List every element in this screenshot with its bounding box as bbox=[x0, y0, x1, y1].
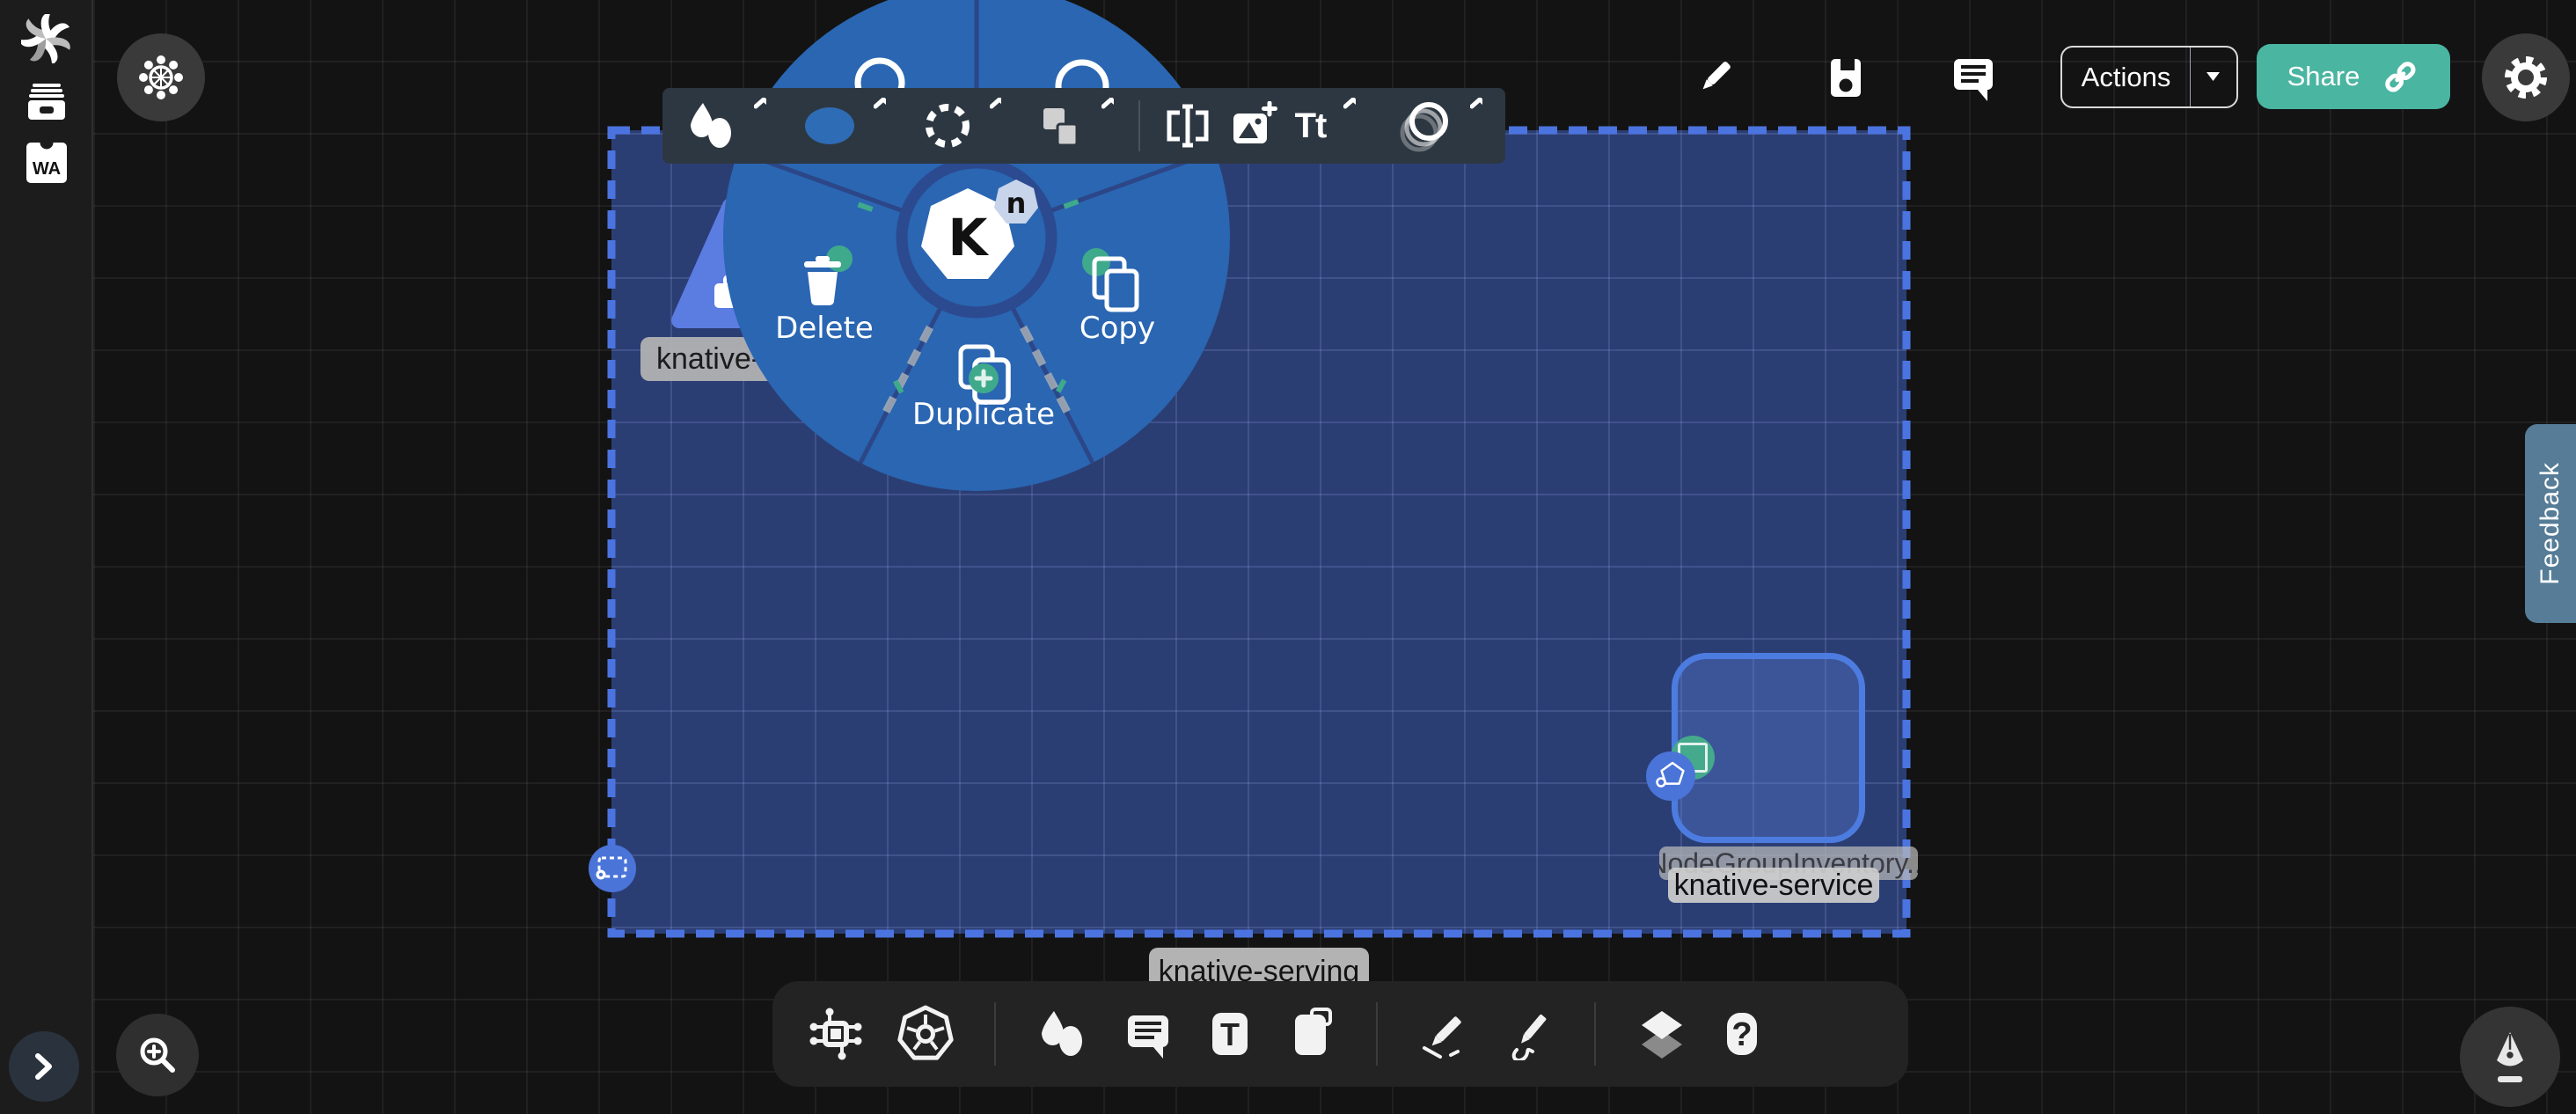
chevron-up-icon[interactable] bbox=[990, 98, 1002, 154]
fill-swatch-icon bbox=[803, 105, 856, 147]
format-toolbar: Tt bbox=[662, 88, 1505, 164]
save-icon bbox=[1823, 53, 1869, 102]
zoom-in-icon bbox=[135, 1032, 180, 1078]
dashed-circle-icon bbox=[923, 101, 972, 150]
shapes-icon bbox=[1036, 1006, 1087, 1062]
rectangle-tool[interactable] bbox=[1286, 1006, 1336, 1062]
pencil-icon bbox=[1690, 53, 1739, 102]
help-icon: ? bbox=[1723, 1008, 1761, 1059]
text-tool-icon: T bbox=[1209, 1008, 1251, 1059]
feedback-tab[interactable]: Feedback bbox=[2525, 424, 2576, 623]
text-style-button[interactable]: Tt bbox=[1295, 98, 1327, 154]
field-width-icon bbox=[1165, 103, 1211, 149]
help-tool[interactable]: ? bbox=[1723, 1006, 1761, 1062]
app-logo-icon[interactable] bbox=[21, 14, 70, 63]
share-button[interactable]: Share bbox=[2257, 44, 2450, 109]
freehand-pencil-icon bbox=[1504, 1008, 1554, 1060]
image-add-icon bbox=[1228, 101, 1277, 150]
toolbar-divider bbox=[1376, 1002, 1378, 1066]
layers-icon bbox=[1636, 1007, 1687, 1061]
canvas[interactable]: { "header": { "actions_label": "Actions"… bbox=[0, 0, 2576, 1114]
fill-color-button[interactable] bbox=[803, 98, 856, 154]
archive-icon[interactable] bbox=[25, 81, 69, 125]
dashed-rect-gear-icon bbox=[593, 853, 632, 884]
caret-down-icon bbox=[2206, 72, 2221, 82]
wasm-icon[interactable]: WA bbox=[25, 141, 69, 185]
zoom-in-button[interactable] bbox=[116, 1014, 199, 1096]
help-question-mark: ? bbox=[1731, 1016, 1752, 1053]
radial-menu-center: K n bbox=[902, 163, 1051, 312]
connector-pen-icon bbox=[1418, 1008, 1469, 1060]
image-button[interactable] bbox=[1228, 98, 1277, 154]
border-style-button[interactable] bbox=[923, 98, 972, 154]
flow-icon bbox=[809, 1008, 862, 1060]
copy-option-label: Copy bbox=[1079, 311, 1155, 346]
expand-sidebar-button[interactable] bbox=[9, 1031, 79, 1102]
kubernetes-tool[interactable] bbox=[897, 1006, 954, 1062]
shape-style-button[interactable] bbox=[685, 98, 736, 154]
main-toolbar: T bbox=[772, 981, 1908, 1087]
arrange-button[interactable] bbox=[1038, 98, 1084, 154]
pentagon-gear-icon bbox=[1651, 759, 1690, 794]
node-name-text: knative-service bbox=[1674, 868, 1874, 903]
save-button[interactable] bbox=[1811, 42, 1881, 113]
duplicate-option-label: Duplicate bbox=[912, 397, 1055, 432]
feedback-label: Feedback bbox=[2536, 462, 2565, 585]
toolbar-divider bbox=[994, 1002, 996, 1066]
text-style-label: Tt bbox=[1295, 106, 1327, 146]
actions-button[interactable]: Actions bbox=[2060, 46, 2238, 108]
shapes-icon bbox=[685, 98, 736, 154]
pen-mode-button[interactable] bbox=[2460, 1007, 2560, 1107]
cluster-button[interactable] bbox=[117, 33, 205, 121]
freehand-tool[interactable] bbox=[1504, 1006, 1554, 1062]
gear-icon bbox=[2502, 54, 2550, 101]
comments-button[interactable] bbox=[1938, 42, 2009, 113]
actions-dropdown[interactable] bbox=[2191, 48, 2236, 106]
toolbar-divider bbox=[1594, 1002, 1596, 1066]
node-pentagon-badge[interactable] bbox=[1646, 751, 1695, 801]
teal-dot-icon bbox=[826, 246, 853, 272]
flow-tool[interactable] bbox=[809, 1006, 862, 1062]
arrange-icon bbox=[1038, 101, 1084, 150]
chevron-up-icon[interactable] bbox=[754, 98, 766, 154]
comment-tool[interactable] bbox=[1123, 1006, 1174, 1062]
toolbar-divider bbox=[1138, 100, 1139, 151]
chevron-up-icon[interactable] bbox=[1470, 98, 1482, 154]
share-label: Share bbox=[2287, 61, 2360, 92]
chevron-right-icon bbox=[33, 1052, 55, 1081]
shapes-tool[interactable] bbox=[1036, 1006, 1087, 1062]
rectangle-note-icon bbox=[1286, 1007, 1336, 1061]
radial-context-menu[interactable]: Delete Copy Duplicate K bbox=[713, 0, 1276, 510]
opacity-circles-icon bbox=[1396, 98, 1453, 154]
node-name-label[interactable]: knative-service bbox=[1668, 868, 1879, 903]
kubernetes-icon bbox=[897, 1005, 954, 1063]
app-sidebar: WA bbox=[0, 0, 93, 1114]
connector-tool[interactable] bbox=[1418, 1006, 1469, 1062]
chevron-up-icon[interactable] bbox=[1343, 98, 1356, 154]
text-tool[interactable]: T bbox=[1209, 1006, 1251, 1062]
actions-label: Actions bbox=[2062, 48, 2190, 106]
link-icon bbox=[2381, 57, 2419, 96]
edit-button[interactable] bbox=[1680, 42, 1750, 113]
cluster-icon bbox=[136, 53, 186, 102]
text-tool-letter: T bbox=[1220, 1016, 1240, 1052]
opacity-button[interactable] bbox=[1396, 98, 1453, 154]
comment-icon bbox=[1948, 51, 1999, 104]
delete-option-label: Delete bbox=[775, 311, 874, 346]
field-width-button[interactable] bbox=[1165, 98, 1211, 154]
knative-n: n bbox=[1006, 187, 1027, 220]
chevron-up-icon[interactable] bbox=[1101, 98, 1114, 154]
knative-k: K bbox=[948, 208, 990, 268]
chevron-up-icon[interactable] bbox=[874, 98, 886, 154]
comment-icon bbox=[1123, 1008, 1174, 1060]
settings-button[interactable] bbox=[2482, 33, 2570, 121]
wasm-label: WA bbox=[33, 159, 61, 179]
region-edit-badge[interactable] bbox=[589, 845, 636, 892]
layers-tool[interactable] bbox=[1636, 1006, 1687, 1062]
pen-nib-icon bbox=[2482, 1027, 2538, 1087]
